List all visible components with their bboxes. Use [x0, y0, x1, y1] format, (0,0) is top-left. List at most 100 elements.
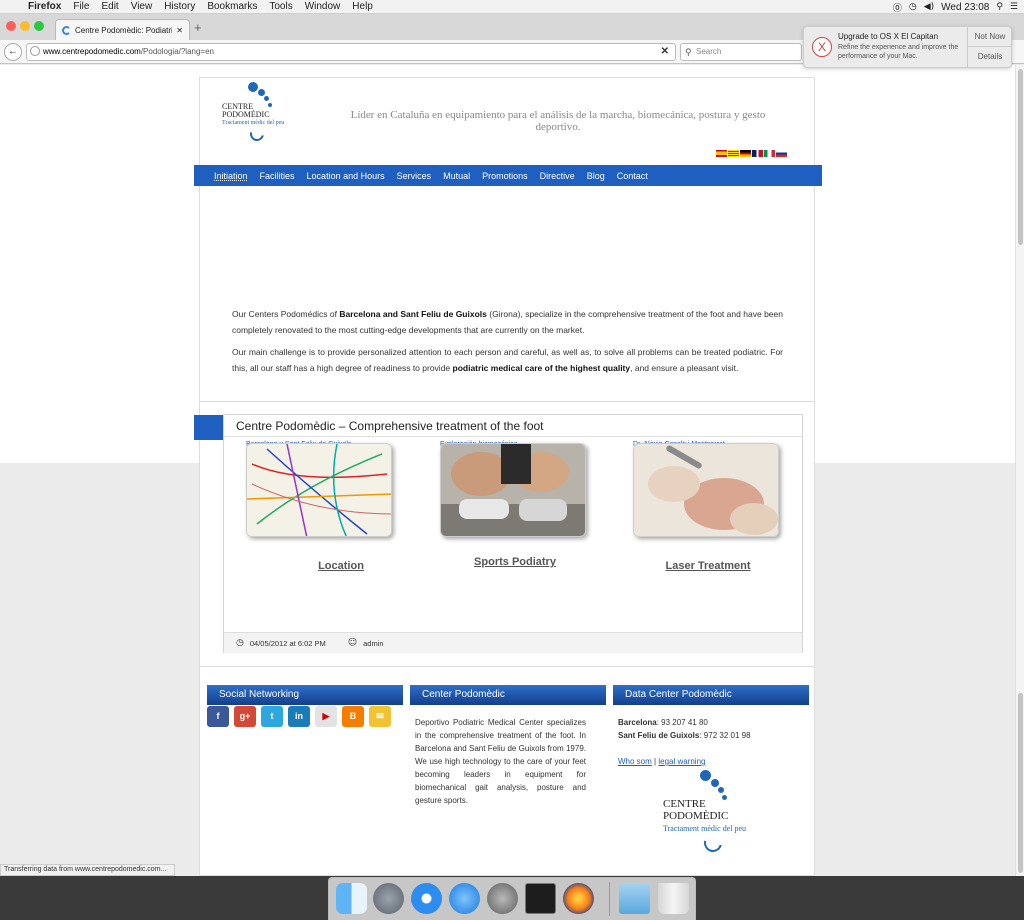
trash-icon[interactable] [658, 883, 689, 914]
legal-warning-link[interactable]: legal warning [658, 757, 705, 766]
system-preferences-icon[interactable] [487, 883, 518, 914]
card-location: Barcelona y Sant Feliu de Guixols Locati… [246, 439, 396, 599]
dock-separator [609, 882, 610, 916]
facebook-icon[interactable]: f [207, 706, 229, 727]
footer-logo[interactable]: CENTRE PODOMÈDIC Tractament mèdic del pe… [660, 768, 770, 858]
new-tab-button[interactable]: + [194, 20, 202, 35]
link-sports-podiatry[interactable]: Sports Podiatry [440, 556, 590, 568]
logo-subtitle: Tractament mèdic del peu [222, 120, 285, 126]
who-som-link[interactable]: Who som [618, 757, 652, 766]
notification-body: Refine the experience and improve the pe… [838, 44, 959, 60]
intro-p1-bold: Barcelona and Sant Feliu de Guixols [339, 309, 487, 319]
menu-file[interactable]: File [67, 1, 95, 12]
browser-tab[interactable]: Centre Podomèdic: Podiatri... ✕ [55, 19, 190, 40]
terminal-icon[interactable] [525, 883, 556, 914]
nav-directive[interactable]: Directive [534, 171, 581, 181]
nav-promotions[interactable]: Promotions [476, 171, 534, 181]
runner-photo-graphic [441, 444, 585, 536]
clock-icon: ◷ [236, 638, 244, 648]
downloads-folder-icon[interactable] [619, 883, 650, 914]
safari-icon[interactable] [411, 883, 442, 914]
site-nav: Initiation Facilities Location and Hours… [194, 165, 822, 186]
finder-icon[interactable] [336, 883, 367, 914]
vertical-scrollbar[interactable] [1015, 65, 1024, 876]
intro-paragraph-2: Our main challenge is to provide persona… [232, 344, 783, 376]
menu-tools[interactable]: Tools [263, 1, 298, 12]
metro-map-image[interactable] [246, 443, 392, 537]
back-button[interactable]: ← [4, 43, 22, 61]
intro-p1-a: Our Centers Podomédics of [232, 309, 340, 319]
notification-center-icon[interactable]: ☰ [1010, 2, 1018, 12]
linkedin-icon[interactable]: in [288, 706, 310, 727]
flag-ru-icon[interactable] [776, 150, 787, 157]
menu-window[interactable]: Window [299, 1, 347, 12]
search-placeholder: Search [696, 47, 722, 56]
menu-firefox[interactable]: Firefox [22, 1, 67, 12]
nav-facilities[interactable]: Facilities [254, 171, 301, 181]
twitter-icon[interactable]: t [261, 706, 283, 727]
spotlight-icon[interactable]: ⚲ [996, 2, 1003, 12]
flag-de-icon[interactable] [740, 150, 751, 157]
volume-icon[interactable]: ◀) [924, 2, 934, 12]
link-laser-treatment[interactable]: Laser Treatment [633, 560, 783, 572]
menu-view[interactable]: View [125, 1, 159, 12]
intro-text: Our Centers Podomédics of Barcelona and … [232, 306, 783, 382]
flag-es-icon[interactable] [716, 150, 727, 157]
sfg-label: Sant Feliu de Guixols [618, 731, 700, 740]
post-author[interactable]: admin [363, 639, 383, 648]
card-sports-podiatry: Exploración biomecánica Sports Podiatry [440, 439, 590, 599]
footer-logo-line1: CENTRE [663, 798, 706, 810]
runner-photo[interactable] [440, 443, 586, 537]
google-plus-icon[interactable]: g+ [234, 706, 256, 727]
search-bar[interactable]: ⚲ Search [680, 43, 802, 61]
zoom-window-button[interactable] [34, 21, 44, 31]
nav-contact[interactable]: Contact [611, 171, 654, 181]
laser-treatment-photo[interactable] [633, 443, 779, 537]
post-title[interactable]: Centre Podomèdic – Comprehensive treatme… [236, 419, 544, 433]
menu-edit[interactable]: Edit [95, 1, 124, 12]
laser-photo-graphic [634, 444, 778, 536]
not-now-button[interactable]: Not Now [968, 27, 1012, 47]
launchpad-icon[interactable] [373, 883, 404, 914]
scrollbar-thumb[interactable] [1018, 69, 1023, 245]
nav-mutual[interactable]: Mutual [437, 171, 476, 181]
menu-history[interactable]: History [158, 1, 201, 12]
flag-en-icon[interactable] [752, 150, 763, 157]
intro-p2-bold: podiatric medical care of the highest qu… [452, 363, 631, 373]
logo-dot [722, 795, 727, 800]
close-window-button[interactable] [6, 21, 16, 31]
os-upgrade-notification: X Upgrade to OS X El Capitan Refine the … [803, 26, 1012, 68]
notification-buttons: Not Now Details [967, 27, 1012, 68]
scrollbar-thumb-lower[interactable] [1018, 693, 1023, 873]
app-store-icon[interactable] [449, 883, 480, 914]
url-bar[interactable]: www.centrepodomedic.com/Podologia/?lang=… [26, 43, 676, 61]
blogger-icon[interactable]: B [342, 706, 364, 727]
menu-bookmarks[interactable]: Bookmarks [201, 1, 263, 12]
menu-help[interactable]: Help [346, 1, 379, 12]
flag-it-icon[interactable] [764, 150, 775, 157]
legal-links: Who som | legal warning [618, 755, 798, 768]
logo-dot [258, 89, 265, 96]
nav-initiation[interactable]: Initiation [208, 171, 254, 181]
social-icons: f g+ t in ▶ B ✉ [207, 706, 391, 727]
link-location[interactable]: Location [266, 560, 416, 572]
nav-location-hours[interactable]: Location and Hours [301, 171, 391, 181]
minimize-window-button[interactable] [20, 21, 30, 31]
nav-services[interactable]: Services [391, 171, 438, 181]
email-icon[interactable]: ✉ [369, 706, 391, 727]
site-info-icon[interactable] [30, 46, 40, 56]
stop-loading-icon[interactable]: ✕ [661, 44, 669, 60]
nav-blog[interactable]: Blog [581, 171, 611, 181]
footer-divider [200, 666, 814, 667]
close-tab-icon[interactable]: ✕ [176, 26, 183, 35]
youtube-icon[interactable]: ▶ [315, 706, 337, 727]
logo-dot [711, 779, 719, 787]
details-button[interactable]: Details [968, 47, 1012, 67]
firefox-icon[interactable] [563, 883, 594, 914]
accessibility-icon[interactable]: ⓪ [893, 1, 902, 14]
intro-p2-c: , and ensure a pleasant visit. [630, 363, 739, 373]
time-machine-icon[interactable]: ◷ [909, 2, 917, 12]
flag-ca-icon[interactable] [728, 150, 739, 157]
site-logo[interactable]: CENTRE PODOMÈDIC Tractament mèdic del pe… [218, 80, 318, 150]
menubar-clock[interactable]: Wed 23:08 [941, 2, 989, 13]
